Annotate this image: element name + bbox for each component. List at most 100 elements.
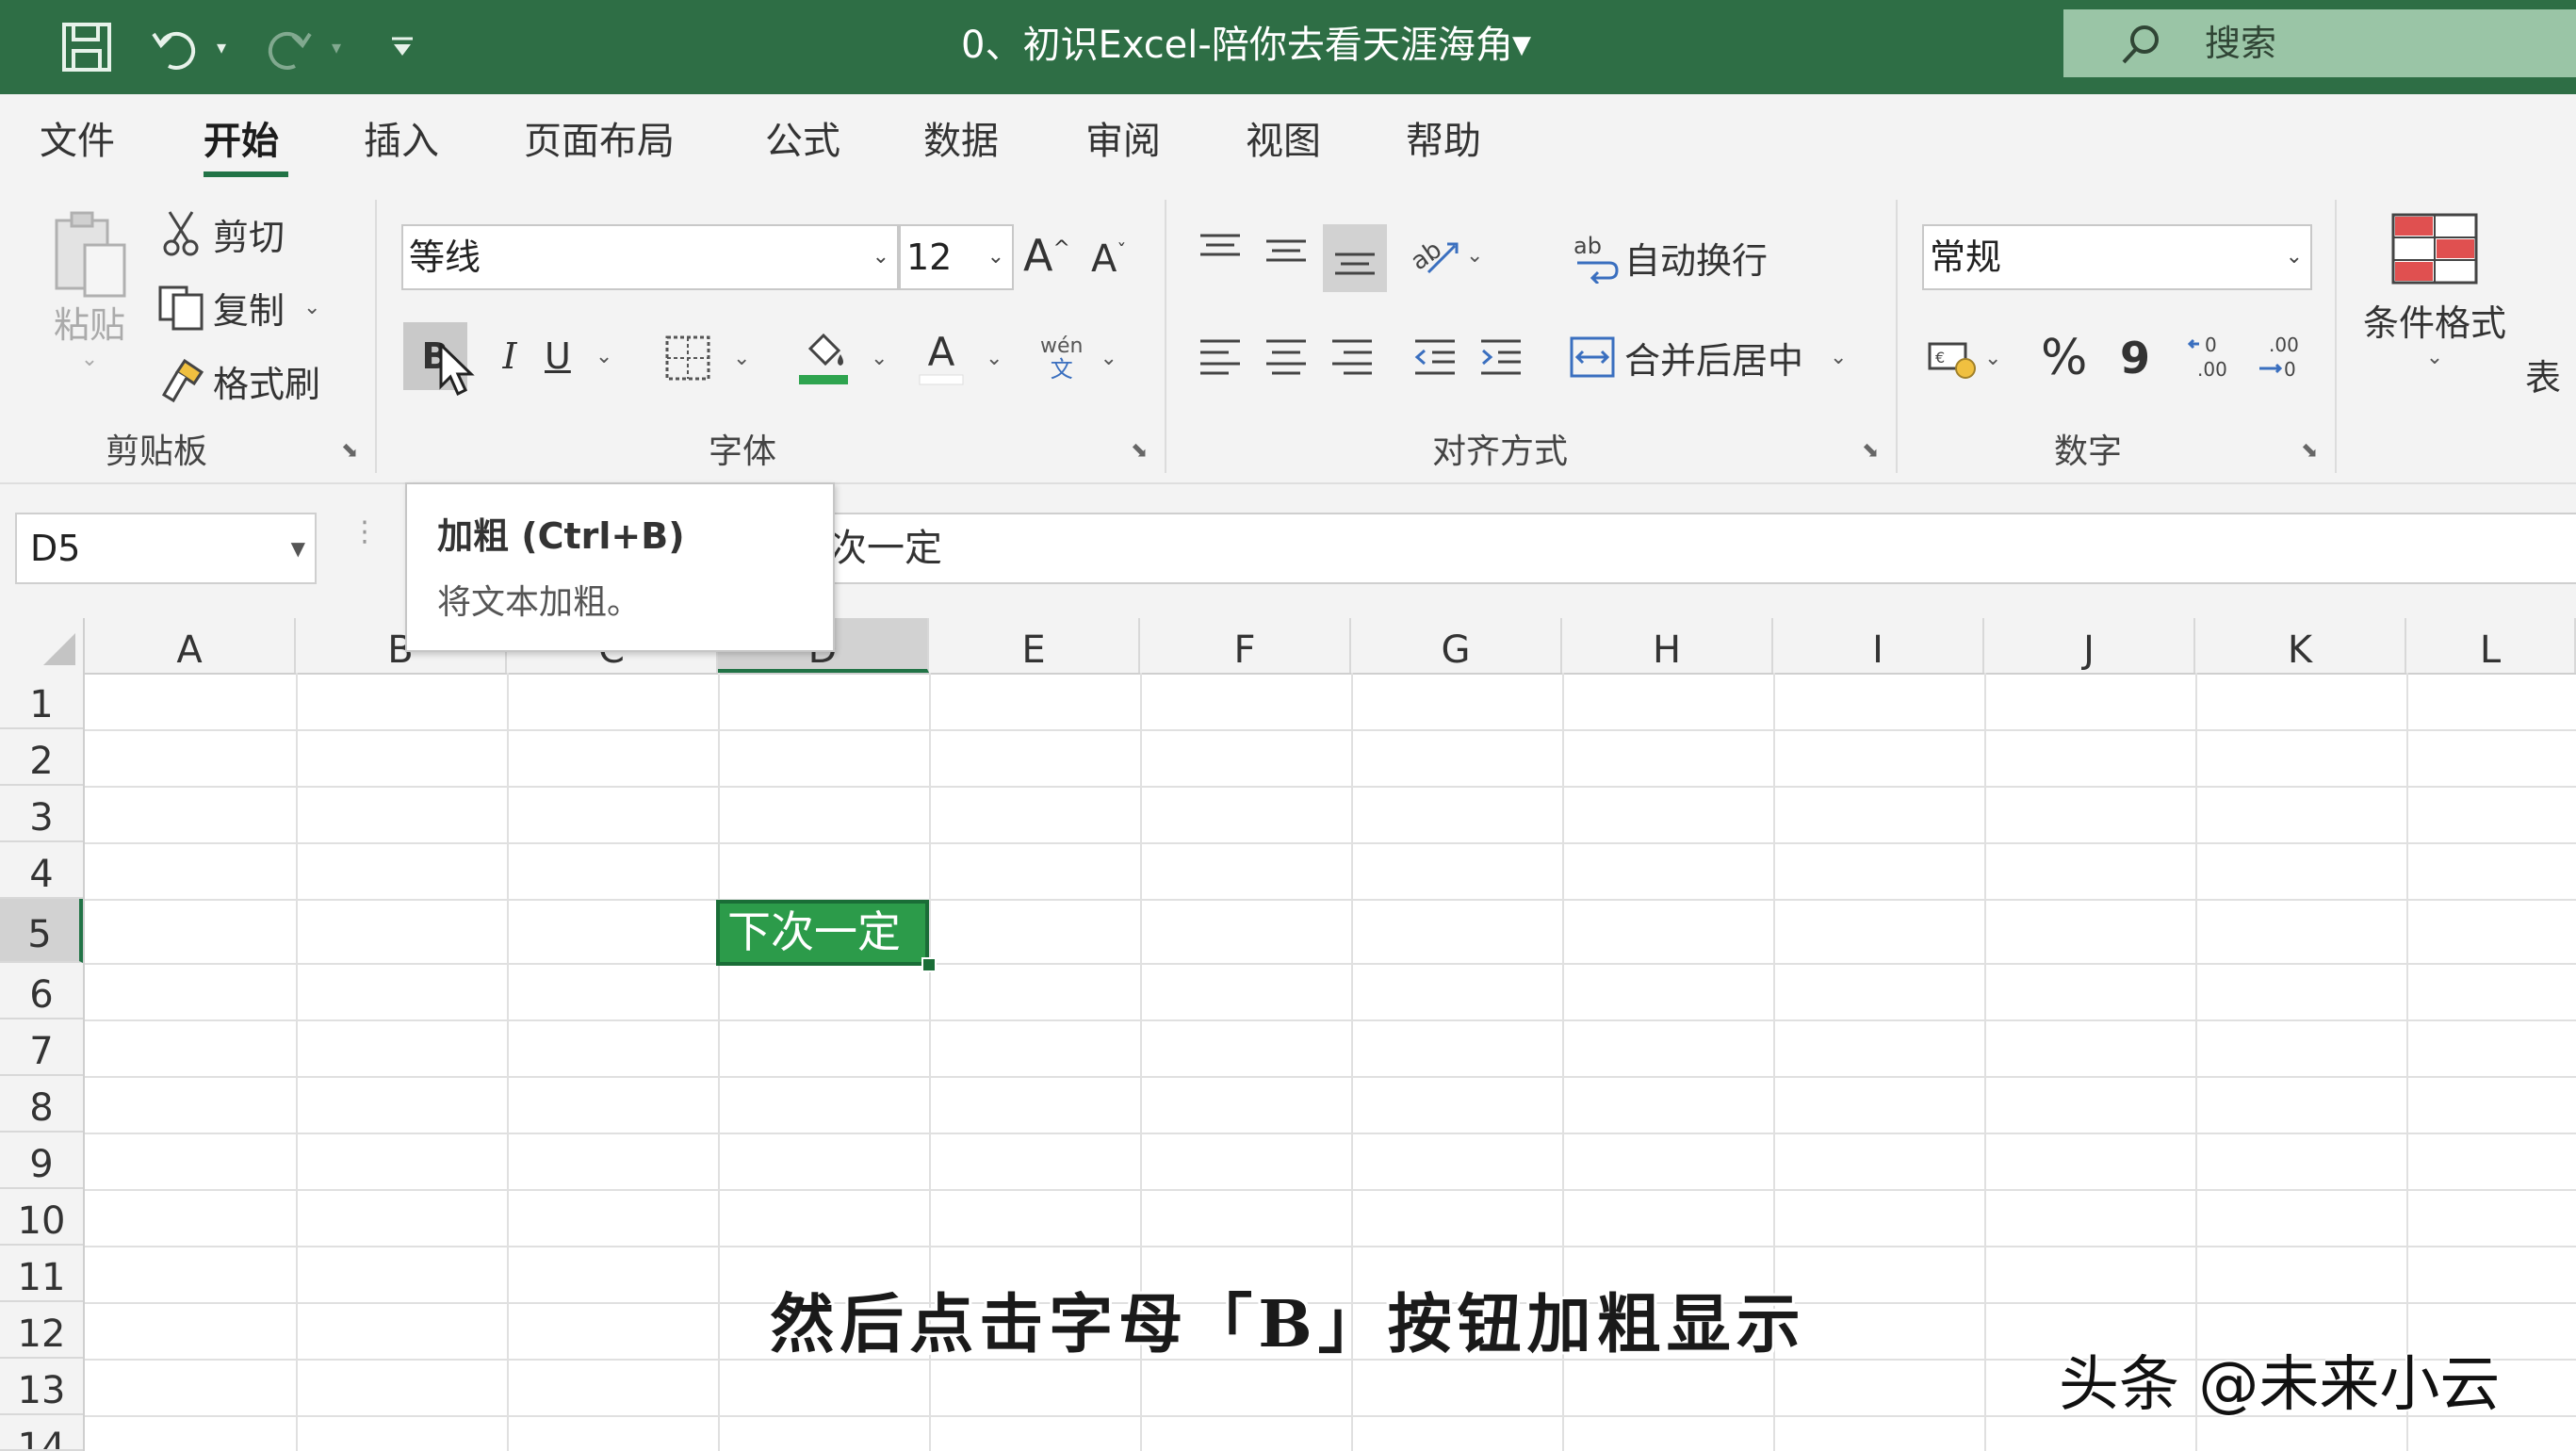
middle-align-button[interactable] bbox=[1263, 222, 1310, 279]
italic-button[interactable]: I bbox=[486, 322, 533, 390]
undo-dropdown-icon[interactable]: ▾ bbox=[209, 17, 234, 77]
cut-button[interactable]: 剪切 bbox=[160, 207, 285, 260]
accounting-format-button[interactable]: € ⌄ bbox=[1926, 328, 2001, 388]
row-header-14[interactable]: 14 bbox=[0, 1415, 83, 1451]
number-dialog-launcher-icon[interactable]: ⬊ bbox=[2301, 439, 2325, 464]
tab-formulas[interactable]: 公式 bbox=[765, 115, 840, 168]
merge-center-label: 合并后居中 bbox=[1624, 339, 1804, 382]
format-painter-button[interactable]: 格式刷 bbox=[156, 354, 320, 407]
column-header-i[interactable]: I bbox=[1773, 618, 1984, 673]
borders-button[interactable]: ⌄ bbox=[663, 326, 750, 390]
wrap-text-button[interactable]: ab 自动换行 bbox=[1572, 226, 1768, 288]
column-header-g[interactable]: G bbox=[1351, 618, 1562, 673]
row-header-4[interactable]: 4 bbox=[0, 842, 83, 899]
copy-button[interactable]: 复制 ⌄ bbox=[156, 281, 320, 334]
row-header-6[interactable]: 6 bbox=[0, 963, 83, 1019]
row-header-2[interactable]: 2 bbox=[0, 729, 83, 786]
decrease-font-size-button[interactable]: Aˇ bbox=[1091, 230, 1126, 288]
redo-dropdown-icon[interactable]: ▾ bbox=[324, 17, 349, 77]
row-header-7[interactable]: 7 bbox=[0, 1019, 83, 1076]
name-box[interactable]: D5 ▼ bbox=[15, 513, 317, 584]
font-color-dropdown-icon[interactable]: ⌄ bbox=[986, 347, 1003, 370]
merge-dropdown-icon[interactable]: ⌄ bbox=[1830, 346, 1847, 369]
font-dialog-launcher-icon[interactable]: ⬊ bbox=[1131, 439, 1155, 464]
gridline bbox=[85, 899, 2576, 901]
underline-dropdown-icon[interactable]: ⌄ bbox=[595, 345, 612, 368]
orientation-button[interactable]: ab ⌄ bbox=[1410, 226, 1483, 285]
comma-style-button[interactable]: 9 bbox=[2120, 328, 2150, 388]
font-size-dropdown-icon[interactable]: ⌄ bbox=[987, 226, 1004, 288]
fill-color-dropdown-icon[interactable]: ⌄ bbox=[871, 347, 888, 370]
row-header-1[interactable]: 1 bbox=[0, 673, 83, 729]
top-align-button[interactable] bbox=[1197, 222, 1244, 279]
row-header-10[interactable]: 10 bbox=[0, 1189, 83, 1246]
increase-decimal-button[interactable]: 0.00 bbox=[2186, 326, 2239, 388]
conditional-format-button[interactable]: 条件格式 ⌄ bbox=[2363, 211, 2506, 369]
decrease-decimal-button[interactable]: .00 0 bbox=[2256, 326, 2308, 388]
formula-bar-grip-icon[interactable]: ⋮ bbox=[351, 518, 379, 546]
search-box[interactable]: 搜索 bbox=[2063, 9, 2576, 77]
select-all-corner[interactable] bbox=[0, 618, 85, 673]
row-header-8[interactable]: 8 bbox=[0, 1076, 83, 1133]
conditional-format-label: 条件格式 bbox=[2363, 302, 2507, 344]
align-left-button[interactable] bbox=[1197, 330, 1244, 383]
accounting-dropdown-icon[interactable]: ⌄ bbox=[1984, 347, 2001, 370]
title-dropdown-icon[interactable]: ▼ bbox=[1512, 26, 1550, 64]
row-header-9[interactable]: 9 bbox=[0, 1133, 83, 1189]
tab-page-layout[interactable]: 页面布局 bbox=[524, 115, 675, 168]
svg-text:ab: ab bbox=[1410, 236, 1447, 276]
undo-icon[interactable] bbox=[141, 17, 207, 77]
tab-review[interactable]: 审阅 bbox=[1085, 115, 1161, 168]
column-header-f[interactable]: F bbox=[1140, 618, 1351, 673]
phonetic-dropdown-icon[interactable]: ⌄ bbox=[1100, 347, 1117, 370]
orientation-dropdown-icon[interactable]: ⌄ bbox=[1466, 244, 1483, 268]
row-header-3[interactable]: 3 bbox=[0, 786, 83, 842]
align-center-button[interactable] bbox=[1263, 330, 1310, 383]
active-cell-d5[interactable]: 下次一定 bbox=[716, 900, 929, 966]
fill-color-button[interactable]: ⌄ bbox=[797, 326, 888, 390]
column-header-k[interactable]: K bbox=[2195, 618, 2406, 673]
paste-button[interactable]: 粘贴 ⌄ bbox=[38, 207, 141, 371]
increase-font-size-button[interactable]: A^ bbox=[1023, 222, 1070, 288]
name-box-dropdown-icon[interactable]: ▼ bbox=[291, 514, 305, 582]
save-icon[interactable] bbox=[53, 17, 121, 77]
clipboard-dialog-launcher-icon[interactable]: ⬊ bbox=[341, 439, 366, 464]
font-name-dropdown-icon[interactable]: ⌄ bbox=[872, 226, 889, 288]
borders-dropdown-icon[interactable]: ⌄ bbox=[733, 347, 750, 370]
column-header-e[interactable]: E bbox=[929, 618, 1140, 673]
font-size-combo[interactable]: 12 ⌄ bbox=[899, 224, 1014, 290]
copy-label: 复制 bbox=[213, 289, 285, 332]
format-as-table-button[interactable]: 表 bbox=[2525, 349, 2561, 400]
redo-icon[interactable] bbox=[256, 17, 322, 77]
customize-quick-access-icon[interactable] bbox=[382, 17, 423, 77]
tab-insert[interactable]: 插入 bbox=[364, 115, 439, 168]
tab-help[interactable]: 帮助 bbox=[1406, 115, 1481, 168]
decrease-indent-button[interactable] bbox=[1411, 330, 1459, 383]
increase-indent-button[interactable] bbox=[1477, 330, 1524, 383]
format-painter-label: 格式刷 bbox=[213, 363, 321, 405]
bottom-align-button[interactable] bbox=[1323, 224, 1387, 292]
percent-style-button[interactable]: % bbox=[2041, 328, 2087, 388]
align-right-button[interactable] bbox=[1329, 330, 1376, 383]
tab-file[interactable]: 文件 bbox=[40, 115, 115, 168]
copy-dropdown-icon[interactable]: ⌄ bbox=[303, 296, 320, 319]
font-name-combo[interactable]: 等线 ⌄ bbox=[401, 224, 899, 290]
merge-center-button[interactable]: 合并后居中 ⌄ bbox=[1568, 326, 1847, 388]
column-header-h[interactable]: H bbox=[1562, 618, 1773, 673]
row-header-13[interactable]: 13 bbox=[0, 1359, 83, 1415]
column-header-j[interactable]: J bbox=[1984, 618, 2195, 673]
tab-view[interactable]: 视图 bbox=[1246, 115, 1321, 168]
alignment-dialog-launcher-icon[interactable]: ⬊ bbox=[1862, 439, 1886, 464]
tab-home[interactable]: 开始 bbox=[204, 115, 279, 168]
column-header-l[interactable]: L bbox=[2406, 618, 2576, 673]
number-format-combo[interactable]: 常规 ⌄ bbox=[1922, 224, 2312, 290]
number-format-dropdown-icon[interactable]: ⌄ bbox=[2286, 226, 2303, 288]
phonetic-guide-button[interactable]: wén 文 ⌄ bbox=[1040, 326, 1117, 390]
underline-button[interactable]: U ⌄ bbox=[545, 322, 612, 390]
column-header-a[interactable]: A bbox=[85, 618, 296, 673]
font-color-button[interactable]: A ⌄ bbox=[918, 326, 1003, 390]
row-header-5[interactable]: 5 bbox=[0, 899, 83, 963]
tab-data[interactable]: 数据 bbox=[923, 115, 999, 168]
italic-icon: I bbox=[502, 335, 517, 377]
fill-handle[interactable] bbox=[921, 957, 937, 972]
